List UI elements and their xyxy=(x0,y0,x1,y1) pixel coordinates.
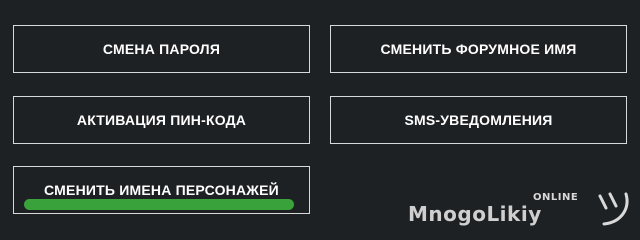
watermark-brand-text: MnogoLikiy xyxy=(408,202,542,226)
change-forum-name-button[interactable]: СМЕНИТЬ ФОРУМНОЕ ИМЯ xyxy=(330,25,627,73)
highlight-underline xyxy=(24,199,294,210)
sms-notifications-button[interactable]: SMS-УВЕДОМЛЕНИЯ xyxy=(330,96,627,144)
pin-activation-button[interactable]: АКТИВАЦИЯ ПИН-КОДА xyxy=(13,96,310,144)
change-password-button[interactable]: СМЕНА ПАРОЛЯ xyxy=(13,25,310,73)
smile-icon xyxy=(598,192,629,226)
watermark-logo: ONLINE MnogoLikiy xyxy=(406,188,636,232)
